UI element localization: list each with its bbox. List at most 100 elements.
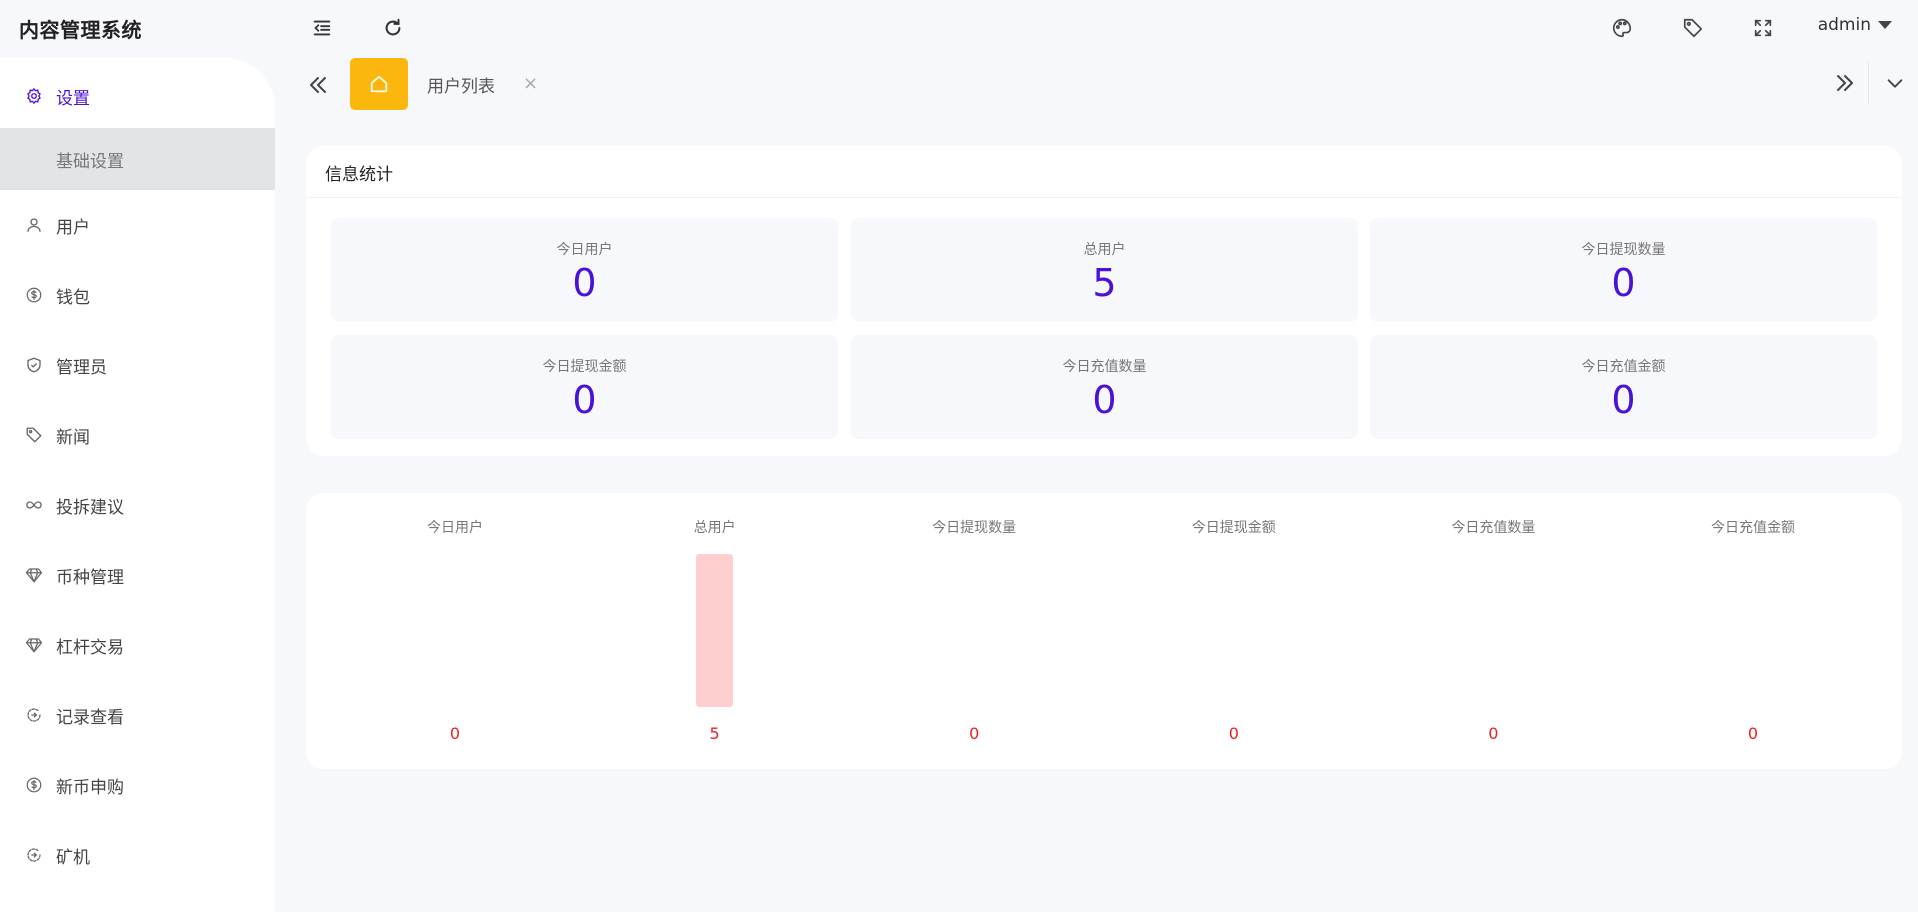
stat-today-users: 今日用户 0 <box>331 218 838 322</box>
coin-icon <box>24 285 44 305</box>
chart-category-label: 今日提现金额 <box>1191 520 1276 536</box>
palette-icon <box>1613 18 1632 38</box>
sidebar-item-wallet[interactable]: 钱包 <box>0 262 275 328</box>
chart-category-label: 今日提现数量 <box>932 520 1017 536</box>
chart-column: 今日提现金额 0 <box>1104 493 1364 769</box>
tabs-scroll-right-button[interactable] <box>1830 68 1860 98</box>
user-icon <box>24 215 44 235</box>
top-bar: 内容管理系统 admin <box>0 0 1918 55</box>
sidebar-item-label: 钱包 <box>56 287 90 308</box>
gear-icon <box>24 86 44 106</box>
tab-label: 用户列表 <box>427 76 495 97</box>
clock-arrow-icon <box>24 845 44 865</box>
sidebar-item-complaints[interactable]: 投拆建议 <box>0 472 275 538</box>
chart-category-label: 总用户 <box>693 520 736 536</box>
chart-bar <box>696 554 734 707</box>
stat-today-withdraw-count: 今日提现数量 0 <box>1370 218 1877 322</box>
stat-label: 今日充值金额 <box>1581 359 1666 375</box>
diamond-icon <box>24 565 44 585</box>
stat-label: 今日用户 <box>556 242 613 258</box>
tabs-divider <box>1868 62 1869 104</box>
tabs-menu-button[interactable] <box>1880 68 1910 98</box>
sidebar-item-currency[interactable]: 币种管理 <box>0 542 275 608</box>
stats-title: 信息统计 <box>325 165 393 185</box>
indent-icon <box>313 20 331 36</box>
tabs-scroll-left-button[interactable] <box>303 70 333 100</box>
tag-icon <box>1683 18 1703 38</box>
close-icon[interactable]: × <box>523 73 538 94</box>
chart-column: 总用户 5 <box>585 493 845 769</box>
stat-today-withdraw-amount: 今日提现金额 0 <box>331 335 838 439</box>
chart-column: 今日提现数量 0 <box>844 493 1104 769</box>
sidebar-item-miner[interactable]: 矿机 <box>0 822 275 888</box>
home-icon <box>370 75 388 93</box>
user-menu[interactable]: admin <box>1818 15 1892 35</box>
chart-value-label: 0 <box>1747 724 1759 743</box>
stat-label: 今日充值数量 <box>1062 359 1147 375</box>
sidebar-item-label: 用户 <box>56 217 90 238</box>
refresh-icon <box>385 18 401 36</box>
sidebar-item-users[interactable]: 用户 <box>0 192 275 258</box>
stat-total-users: 总用户 5 <box>851 218 1358 322</box>
sidebar-item-label: 管理员 <box>56 357 107 378</box>
collapse-menu-button[interactable] <box>307 13 337 43</box>
app-title: 内容管理系统 <box>19 18 142 42</box>
stat-value: 5 <box>1092 261 1117 305</box>
sidebar-item-records[interactable]: 记录查看 <box>0 682 275 748</box>
caret-down-icon <box>1878 21 1892 29</box>
chart-category-label: 今日充值金额 <box>1711 520 1795 536</box>
tab-home[interactable] <box>350 58 408 110</box>
sidebar-item-admins[interactable]: 管理员 <box>0 332 275 398</box>
stat-today-recharge-amount: 今日充值金额 0 <box>1370 335 1877 439</box>
infinity-icon <box>24 495 44 515</box>
stat-value: 0 <box>572 378 597 422</box>
sidebar-item-label: 币种管理 <box>56 567 124 588</box>
refresh-button[interactable] <box>378 13 408 43</box>
sidebar-item-label: 杠杆交易 <box>56 637 124 658</box>
double-chevron-right-icon <box>1837 75 1853 91</box>
stat-value: 0 <box>1092 378 1117 422</box>
chart-value-label: 0 <box>969 724 980 743</box>
chart-category-label: 今日充值数量 <box>1451 520 1536 536</box>
shield-icon <box>24 355 44 375</box>
chart-column: 今日充值金额 0 <box>1623 493 1883 769</box>
fullscreen-button[interactable] <box>1748 13 1778 43</box>
fullscreen-icon <box>1754 19 1772 37</box>
sidebar: 设置 基础设置 用户 钱包 管理员 新闻 投拆建议 币种管理 杠杆交易 记录查看… <box>0 58 275 912</box>
sidebar-item-label: 新闻 <box>56 427 90 448</box>
sidebar-item-label: 新币申购 <box>56 777 124 798</box>
tab-user-list[interactable]: 用户列表 × <box>408 58 546 110</box>
sidebar-item-label: 矿机 <box>56 847 90 868</box>
stat-today-recharge-count: 今日充值数量 0 <box>851 335 1358 439</box>
stat-label: 今日提现数量 <box>1581 242 1666 258</box>
chevron-down-icon <box>1887 79 1903 88</box>
chart-value-label: 0 <box>1488 724 1499 743</box>
sidebar-item-label: 记录查看 <box>56 707 124 728</box>
divider <box>306 197 1902 198</box>
sidebar-item-settings[interactable]: 设置 <box>0 63 275 129</box>
stat-label: 今日提现金额 <box>542 359 627 375</box>
sidebar-item-news[interactable]: 新闻 <box>0 402 275 468</box>
tags-button[interactable] <box>1678 13 1708 43</box>
sidebar-item-leverage[interactable]: 杠杆交易 <box>0 612 275 678</box>
sidebar-item-new-coin[interactable]: 新币申购 <box>0 752 275 818</box>
sidebar-item-label: 投拆建议 <box>56 497 124 518</box>
sidebar-item-label: 设置 <box>56 88 90 109</box>
chart-value-label: 5 <box>709 724 720 743</box>
stat-value: 0 <box>1611 261 1636 305</box>
theme-button[interactable] <box>1607 13 1637 43</box>
chart-column: 今日充值数量 0 <box>1363 493 1623 769</box>
diamond-icon <box>24 635 44 655</box>
stat-value: 0 <box>572 261 597 305</box>
tag-icon <box>24 425 44 445</box>
chart-category-label: 今日用户 <box>427 520 483 536</box>
stats-card: 信息统计 今日用户 0 总用户 5 今日提现数量 0 今日提现金额 0 今日充值… <box>306 146 1902 456</box>
stat-label: 总用户 <box>1083 242 1126 258</box>
stat-value: 0 <box>1611 378 1636 422</box>
user-name: admin <box>1817 15 1871 35</box>
chart-value-label: 0 <box>449 724 461 743</box>
bar-chart: 今日用户 0 总用户 5 今日提现数量 0 今日提现金额 0 今日充值数量 0 今日充值金额 0 <box>306 493 1902 769</box>
chart-value-label: 0 <box>1228 724 1239 743</box>
sidebar-subitem-basic-settings[interactable]: 基础设置 <box>0 128 275 190</box>
clock-arrow-icon <box>24 705 44 725</box>
